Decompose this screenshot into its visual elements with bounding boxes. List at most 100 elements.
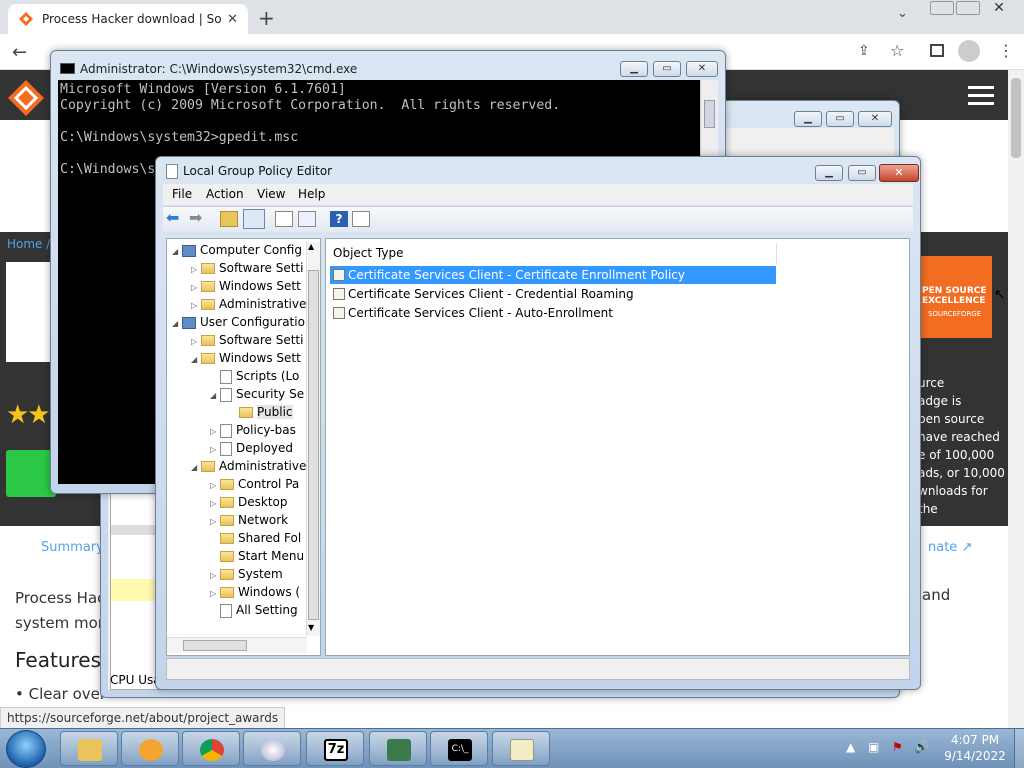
show-desktop-button[interactable]: [1014, 729, 1024, 768]
tab-summary[interactable]: Summary: [41, 540, 104, 555]
tree-expander-icon[interactable]: ◢: [210, 387, 220, 405]
network-icon[interactable]: ▣: [868, 740, 882, 754]
tree-vertical-scrollbar[interactable]: ▲ ▼: [306, 242, 320, 636]
forward-icon[interactable]: ➡: [189, 210, 207, 227]
tab-search-icon[interactable]: ⌄: [897, 6, 908, 21]
tree-node[interactable]: All Setting: [172, 601, 306, 619]
tree-node[interactable]: ▷ Software Setti: [172, 331, 306, 349]
tree-node[interactable]: ◢ Security Se: [172, 385, 306, 403]
taskbar-explorer[interactable]: [60, 731, 118, 766]
new-tab-button[interactable]: +: [258, 6, 275, 30]
tree-expander-icon[interactable]: ◢: [172, 243, 182, 261]
tree-node[interactable]: ▷ Desktop: [172, 493, 306, 511]
action-center-flag-icon[interactable]: ⚑: [892, 740, 906, 754]
bg-close-button[interactable]: ✕: [858, 111, 892, 127]
tab-donate[interactable]: nate ↗: [928, 540, 972, 555]
export-list-icon[interactable]: [298, 211, 316, 227]
tree-expander-icon[interactable]: ◢: [172, 315, 182, 333]
breadcrumb[interactable]: Home /: [7, 237, 50, 251]
profile-avatar-icon[interactable]: [958, 40, 980, 62]
tree-scroll-thumb[interactable]: [308, 270, 319, 620]
cmd-maximize-button[interactable]: ▭: [653, 61, 681, 77]
tree-node[interactable]: ▷ Policy-bas: [172, 421, 306, 439]
taskbar-media-player[interactable]: [121, 731, 179, 766]
column-header-object-type[interactable]: Object Type: [329, 243, 777, 265]
tree-hscroll-thumb[interactable]: [183, 640, 247, 651]
taskbar-task-manager[interactable]: [369, 731, 427, 766]
download-button[interactable]: [6, 450, 56, 497]
gpedit-close-button[interactable]: ✕: [879, 164, 919, 182]
help-icon[interactable]: ?: [330, 211, 348, 227]
tree-node[interactable]: ◢ Windows Sett: [172, 349, 306, 367]
back-arrow-icon[interactable]: ←: [12, 42, 27, 63]
share-icon[interactable]: ⇪: [858, 43, 870, 59]
tree-node[interactable]: ▷ Software Setti: [172, 259, 306, 277]
tree-node[interactable]: Scripts (Lo: [172, 367, 306, 385]
cmd-close-button[interactable]: ✕: [686, 61, 718, 77]
browser-tab[interactable]: Process Hacker download | Sourc ✕: [8, 4, 248, 34]
taskbar-app[interactable]: [243, 731, 301, 766]
kebab-menu-icon[interactable]: ⋮: [998, 41, 1014, 60]
show-action-pane-icon[interactable]: [352, 211, 370, 227]
tree-node[interactable]: ▷ System: [172, 565, 306, 583]
browser-minimize-button[interactable]: [930, 1, 954, 15]
taskbar-chrome[interactable]: [182, 731, 240, 766]
tree-node[interactable]: ▷ Deployed: [172, 439, 306, 457]
menu-help[interactable]: Help: [298, 187, 325, 201]
open-source-excellence-badge[interactable]: PEN SOURCE EXCELLENCE SOURCEFORGE: [918, 256, 992, 338]
side-panel-icon[interactable]: [930, 44, 944, 57]
taskbar-clock[interactable]: 4:07 PM 9/14/2022: [940, 732, 1010, 764]
page-scrollbar[interactable]: [1008, 70, 1024, 730]
tree-node-label: Windows (: [238, 585, 301, 599]
tree-node[interactable]: ◢ Administrative: [172, 457, 306, 475]
tab-close-icon[interactable]: ✕: [227, 12, 238, 27]
bg-maximize-button[interactable]: ▭: [826, 111, 854, 127]
browser-close-button[interactable]: ✕: [984, 0, 1014, 16]
show-hide-tree-icon[interactable]: [243, 209, 265, 229]
bookmark-star-icon[interactable]: ☆: [890, 41, 904, 60]
bg-graph-panel: [110, 490, 160, 690]
menu-action[interactable]: Action: [206, 187, 244, 201]
scroll-up-icon[interactable]: ▲: [308, 242, 314, 251]
properties-icon[interactable]: [275, 211, 293, 227]
tray-expand-icon[interactable]: ▲: [846, 740, 860, 754]
menu-view[interactable]: View: [257, 187, 285, 201]
bg-minimize-button[interactable]: ▁: [794, 111, 822, 127]
tree-node[interactable]: ◢ User Configuratio: [172, 313, 306, 331]
list-item[interactable]: Certificate Services Client - Auto-Enrol…: [330, 304, 776, 322]
tree-node[interactable]: Shared Fol: [172, 529, 306, 547]
tree-node[interactable]: Start Menu: [172, 547, 306, 565]
browser-restore-button[interactable]: [956, 1, 980, 15]
up-folder-icon[interactable]: [220, 211, 238, 227]
back-icon[interactable]: ⬅: [166, 210, 184, 227]
taskbar-cmd[interactable]: C:\_: [430, 731, 488, 766]
gpedit-minimize-button[interactable]: ▁: [815, 165, 843, 181]
sevenzip-icon: 7z: [324, 739, 348, 761]
taskbar-gpedit[interactable]: [492, 731, 550, 766]
tree-node[interactable]: ◢ Computer Config: [172, 241, 306, 259]
hamburger-menu-icon[interactable]: [968, 86, 994, 105]
tree-node[interactable]: ▷ Network: [172, 511, 306, 529]
tree-node[interactable]: ▷ Windows Sett: [172, 277, 306, 295]
gpedit-maximize-button[interactable]: ▭: [848, 165, 876, 181]
scroll-down-icon[interactable]: ▼: [308, 623, 314, 632]
page-scrollbar-thumb[interactable]: [1011, 78, 1021, 158]
tree-node[interactable]: ▷ Administrative: [172, 295, 306, 313]
start-button[interactable]: [6, 730, 46, 768]
list-item[interactable]: Certificate Services Client - Credential…: [330, 285, 776, 303]
tree-node[interactable]: ▷ Windows (: [172, 583, 306, 601]
tree-node[interactable]: ▷ Control Pa: [172, 475, 306, 493]
cmd-minimize-button[interactable]: ▁: [620, 61, 648, 77]
gpedit-taskbar-icon: [510, 739, 534, 761]
tree-node[interactable]: Public: [172, 403, 306, 421]
volume-icon[interactable]: 🔊: [914, 740, 929, 754]
tree-expander-icon[interactable]: ◢: [191, 459, 201, 477]
tree-horizontal-scrollbar[interactable]: [167, 637, 307, 653]
cmd-scroll-thumb[interactable]: [704, 100, 715, 128]
list-item[interactable]: Certificate Services Client - Certificat…: [330, 266, 776, 284]
tree-expander-icon[interactable]: ◢: [191, 351, 201, 369]
sourceforge-logo-icon[interactable]: [6, 78, 46, 118]
taskbar-7zip[interactable]: 7z: [306, 731, 364, 766]
menu-file[interactable]: File: [172, 187, 192, 201]
